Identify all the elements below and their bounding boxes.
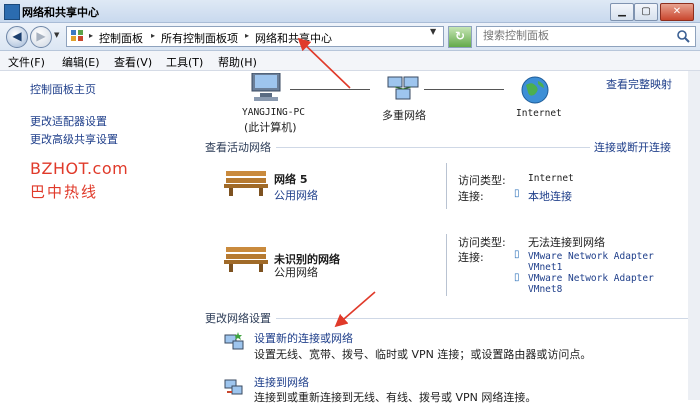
setup-connection-desc: 设置无线、宽带、拨号、临时或 VPN 连接；或设置路由器或访问点。 [254,348,592,361]
multiple-networks-icon [387,76,419,100]
view-full-map-link[interactable]: 查看完整映射 [606,76,672,92]
section-divider [276,147,590,148]
breadcrumb-separator-icon[interactable]: ▸ [151,31,155,40]
multiple-networks-label: 多重网络 [382,109,426,122]
minimize-button[interactable]: ▁ [610,3,634,21]
watermark-name: 巴中热线 [30,183,99,201]
connections-label: 连接: [458,251,484,264]
access-type-label: 访问类型: [458,236,506,249]
local-connection-link[interactable]: 本地连接 [528,188,572,204]
map-connector-line [424,89,504,90]
network-divider [446,163,447,209]
breadcrumb-separator-icon: ▸ [89,31,94,40]
access-type-value: Internet [528,173,574,184]
vmnet1-adapter-link[interactable]: VMware Network Adapter [528,251,654,262]
computer-icon [251,73,281,101]
connect-to-network-link[interactable]: 连接到网络 [254,374,309,390]
bench-icon [224,171,268,196]
map-connector-line [290,89,370,90]
address-bar: ◀ ▶ ▼ ▸ 控制面板 ▸ 所有控制面板项 ▸ 网络和共享中心 ▼ ↻ [0,23,700,51]
access-type-value: 无法连接到网络 [528,236,605,249]
vmnet1-link[interactable]: VMnet1 [528,262,562,273]
menu-tools[interactable]: 工具(T) [166,54,203,70]
forward-button[interactable]: ▶ [30,26,52,48]
refresh-button[interactable]: ↻ [448,26,472,48]
menu-help[interactable]: 帮助(H) [218,54,257,70]
vmnet8-adapter-link[interactable]: VMware Network Adapter [528,273,654,284]
sidebar-item-adapter-settings[interactable]: 更改适配器设置 [30,113,107,129]
menu-file[interactable]: 文件(F) [8,54,45,70]
network-type: 公用网络 [274,266,318,279]
network-name: 网络 5 [274,173,308,186]
breadcrumb-control-panel[interactable]: 控制面板 [99,30,143,46]
menu-edit[interactable]: 编辑(E) [62,54,100,70]
setup-connection-link[interactable]: 设置新的连接或网络 [254,330,353,346]
back-button[interactable]: ◀ [6,26,28,48]
maximize-button[interactable]: ▢ [634,3,658,21]
network-divider [446,234,447,296]
menu-view[interactable]: 查看(V) [114,54,152,70]
computer-this-label: (此计算机) [244,121,297,134]
vmnet8-link[interactable]: VMnet8 [528,284,562,295]
search-icon[interactable] [676,29,691,43]
task-pane: 控制面板主页 更改适配器设置 更改高级共享设置 BZHOT.com 巴中热线 [0,71,198,400]
main-content: YANGJING-PC (此计算机) 多重网络 Internet 查看完整映射 … [198,71,700,404]
search-input[interactable] [477,27,663,44]
network-type-link[interactable]: 公用网络 [274,187,318,203]
search-box[interactable] [476,26,696,47]
network-center-icon [4,4,20,20]
new-connection-icon [224,332,244,350]
watermark-site: BZHOT.com [30,159,129,178]
sidebar-item-advanced-sharing[interactable]: 更改高级共享设置 [30,131,118,147]
internet-label: Internet [516,108,562,119]
connections-label: 连接: [458,190,484,203]
connect-to-network-desc: 连接到或重新连接到无线、有线、拨号或 VPN 网络连接。 [254,391,537,404]
menu-bar: 文件(F) 编辑(E) 查看(V) 工具(T) 帮助(H) [0,51,700,71]
connect-network-icon [224,379,243,395]
change-settings-heading: 更改网络设置 [205,312,271,325]
title-bar: 网络和共享中心 ▁ ▢ ✕ [0,0,700,23]
bench-icon [224,247,268,272]
internet-globe-icon [521,76,549,104]
window-title: 网络和共享中心 [22,6,99,19]
address-field[interactable]: ▸ 控制面板 ▸ 所有控制面板项 ▸ 网络和共享中心 [66,26,444,47]
control-panel-icon [71,30,83,41]
breadcrumb-separator-icon[interactable]: ▸ [245,31,249,40]
breadcrumb-all-items[interactable]: 所有控制面板项 [161,30,238,46]
breadcrumb-network-center[interactable]: 网络和共享中心 [255,30,332,46]
adapter-icon: ▯ [514,188,520,199]
active-networks-heading: 查看活动网络 [205,141,271,154]
vertical-scrollbar[interactable] [688,71,700,400]
connect-disconnect-link[interactable]: 连接或断开连接 [594,139,671,155]
sidebar-item-control-panel-home[interactable]: 控制面板主页 [30,81,96,97]
address-dropdown-icon[interactable]: ▼ [430,27,436,36]
network-map: YANGJING-PC (此计算机) 多重网络 Internet 查看完整映射 [198,71,688,141]
computer-name: YANGJING-PC [242,107,305,118]
section-divider [276,318,690,319]
recent-pages-dropdown-icon[interactable]: ▼ [54,31,59,39]
adapter-icon: ▯ [514,249,520,260]
adapter-icon: ▯ [514,272,520,283]
access-type-label: 访问类型: [458,174,506,187]
close-button[interactable]: ✕ [660,3,694,21]
